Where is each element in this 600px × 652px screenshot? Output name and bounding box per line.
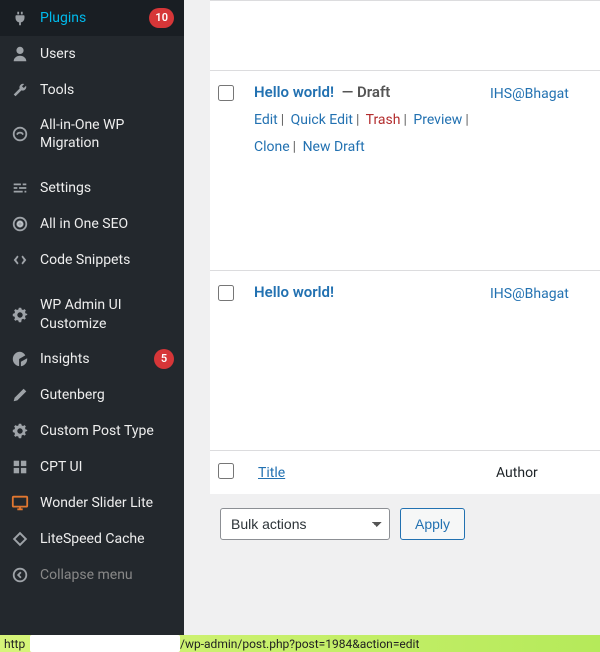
sliders-icon (10, 178, 30, 198)
post-title: Hello world! (254, 283, 482, 301)
status-url-right: /wp-admin/post.php?post=1984&action=edit (180, 635, 419, 652)
gear-icon (10, 421, 30, 441)
migration-icon (10, 124, 30, 144)
diamond-icon (10, 529, 30, 549)
bulk-actions-bar: Bulk actions Apply (184, 494, 600, 540)
table-row: Hello world! — Draft Edit| Quick Edit| T… (210, 70, 600, 270)
insights-icon (10, 349, 30, 369)
table-row: Hello world! IHS@Bhagat (210, 270, 600, 450)
plug-icon (10, 8, 30, 28)
edit-link[interactable]: Edit (254, 112, 278, 128)
clone-link[interactable]: Clone (254, 139, 290, 155)
sidebar-item-cpt-ui[interactable]: CPT UI (0, 449, 184, 485)
preview-link[interactable]: Preview (413, 112, 462, 128)
post-title: Hello world! — Draft (254, 83, 482, 101)
sidebar-item-label: WP Admin UI Customize (40, 296, 174, 332)
trash-link[interactable]: Trash (366, 112, 401, 128)
new-draft-link[interactable]: New Draft (303, 139, 365, 155)
table-row-partial (210, 0, 600, 70)
sidebar-item-wonder-slider-lite[interactable]: Wonder Slider Lite (0, 485, 184, 521)
select-all-checkbox[interactable] (218, 463, 234, 479)
table-footer: Title Author (210, 450, 600, 494)
sidebar-item-label: Users (40, 45, 174, 63)
author-link[interactable]: IHS@Bhagat (490, 286, 569, 302)
pencil-icon (10, 385, 30, 405)
sidebar-item-litespeed-cache[interactable]: LiteSpeed Cache (0, 521, 184, 557)
redacted-mask (30, 635, 180, 652)
sidebar-item-gutenberg[interactable]: Gutenberg (0, 377, 184, 413)
bulk-actions-select[interactable]: Bulk actions (220, 508, 390, 540)
quick-edit-link[interactable]: Quick Edit (291, 112, 353, 128)
column-header-title[interactable]: Title (242, 465, 496, 481)
column-header-author: Author (496, 465, 600, 481)
status-url-left: http (0, 637, 25, 651)
collapse-icon (10, 565, 30, 585)
menu-separator (0, 160, 184, 170)
sidebar-item-label: Plugins (40, 9, 135, 27)
post-title-link[interactable]: Hello world! (254, 83, 334, 101)
sidebar-item-users[interactable]: Users (0, 36, 184, 72)
sidebar-item-plugins[interactable]: Plugins 10 (0, 0, 184, 36)
monitor-icon (10, 493, 30, 513)
update-badge: 5 (154, 349, 174, 369)
user-icon (10, 44, 30, 64)
sidebar-item-label: Code Snippets (40, 251, 174, 269)
sidebar-item-insights[interactable]: Insights 5 (0, 341, 184, 377)
browser-status-bar: http /wp-admin/post.php?post=1984&action… (0, 635, 600, 652)
post-status: — Draft (342, 83, 391, 101)
sidebar-item-code-snippets[interactable]: Code Snippets (0, 242, 184, 278)
sidebar-item-wp-admin-ui-customize[interactable]: WP Admin UI Customize (0, 288, 184, 340)
sidebar-item-label: All in One SEO (40, 215, 174, 233)
apply-button[interactable]: Apply (400, 508, 465, 540)
select-row-checkbox[interactable] (218, 285, 234, 301)
collapse-menu[interactable]: Collapse menu (0, 557, 184, 593)
content-area: Hello world! — Draft Edit| Quick Edit| T… (184, 0, 600, 635)
code-icon (10, 250, 30, 270)
row-actions: Edit| Quick Edit| Trash| Preview| Clone|… (254, 107, 482, 160)
sidebar-item-label: All-in-One WP Migration (40, 116, 174, 152)
posts-table: Hello world! — Draft Edit| Quick Edit| T… (210, 0, 600, 494)
sidebar-item-label: LiteSpeed Cache (40, 530, 174, 548)
sidebar-item-settings[interactable]: Settings (0, 170, 184, 206)
sidebar-item-label: Gutenberg (40, 386, 174, 404)
sidebar-item-all-in-one-wp-migration[interactable]: All-in-One WP Migration (0, 108, 184, 160)
wrench-icon (10, 80, 30, 100)
sidebar-item-label: Wonder Slider Lite (40, 494, 174, 512)
update-badge: 10 (149, 8, 174, 28)
select-row-checkbox[interactable] (218, 85, 234, 101)
sidebar-item-label: CPT UI (40, 458, 174, 476)
sidebar-item-label: Insights (40, 350, 140, 368)
sidebar-item-all-in-one-seo[interactable]: All in One SEO (0, 206, 184, 242)
author-link[interactable]: IHS@Bhagat (490, 86, 569, 102)
sidebar-item-label: Collapse menu (40, 566, 174, 584)
sidebar-item-tools[interactable]: Tools (0, 72, 184, 108)
grid-icon (10, 457, 30, 477)
admin-sidebar: Plugins 10 Users Tools All-in-One WP Mig… (0, 0, 184, 635)
gear-icon (10, 305, 30, 325)
sidebar-item-label: Tools (40, 81, 174, 99)
menu-separator (0, 278, 184, 288)
sidebar-item-label: Settings (40, 179, 174, 197)
sidebar-item-label: Custom Post Type (40, 422, 174, 440)
sidebar-item-custom-post-type[interactable]: Custom Post Type (0, 413, 184, 449)
seo-target-icon (10, 214, 30, 234)
post-title-link[interactable]: Hello world! (254, 283, 334, 301)
